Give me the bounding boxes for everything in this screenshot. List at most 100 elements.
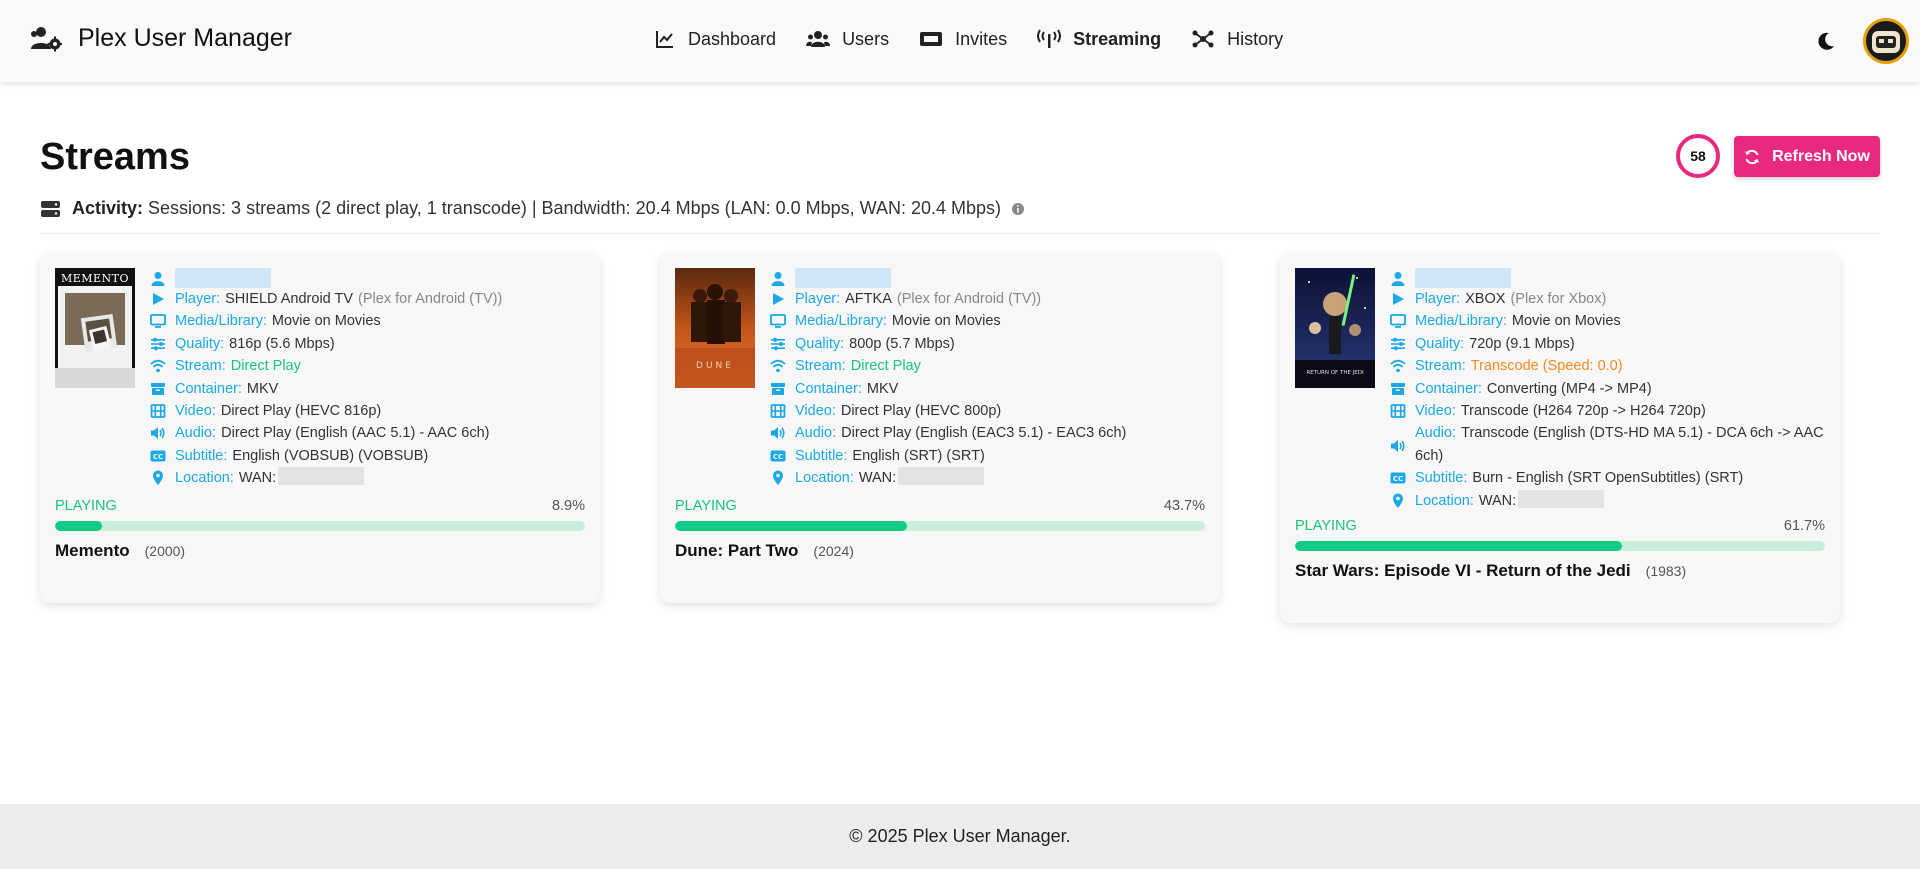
- nav-streaming[interactable]: Streaming: [1037, 28, 1161, 50]
- video-value: Transcode (H264 720p -> H264 720p): [1460, 403, 1706, 420]
- stream-details: Player: XBOX (Plex for Xbox) Media/Library:…: [1390, 268, 1825, 512]
- location-value: WAN:: [1478, 492, 1517, 509]
- chart-line-icon: [656, 31, 673, 48]
- volume-icon: [1391, 440, 1405, 453]
- refresh-countdown: 58: [1690, 148, 1706, 164]
- progress-percent: 61.7%: [1783, 518, 1825, 534]
- media-title-text: Dune: Part Two: [675, 541, 799, 560]
- media-year: (1983): [1645, 563, 1687, 579]
- progress-bar-fill: [55, 521, 103, 531]
- users-cog-icon: [31, 26, 62, 51]
- nav-history-label: History: [1227, 28, 1284, 49]
- stream-label: Stream:: [795, 358, 846, 375]
- quality-value: 800p (5.7 Mbps): [849, 335, 955, 352]
- subtitle-value: English (VOBSUB) (VOBSUB): [232, 447, 429, 464]
- nav-history[interactable]: History: [1191, 28, 1283, 50]
- info-icon[interactable]: [1011, 202, 1025, 216]
- sliders-icon: [151, 337, 165, 351]
- media-title-text: Memento: [55, 541, 130, 560]
- video-label: Video:: [795, 403, 836, 420]
- stream-card[interactable]: MEMENTO Player: SHIELD Android TV (Plex fo…: [40, 253, 600, 603]
- film-icon: [1390, 404, 1406, 418]
- ip-redacted: [1518, 489, 1605, 508]
- playback-status: PLAYING 43.7%: [675, 498, 1205, 514]
- brand[interactable]: Plex User Manager: [30, 24, 292, 53]
- audio-value: Direct Play (English (AAC 5.1) - AAC 6ch…: [221, 425, 490, 442]
- audio-label: Audio:: [175, 425, 217, 442]
- media-title[interactable]: Dune: Part Two (2024): [675, 541, 1205, 561]
- media-row: Media/Library: Movie on Movies: [1390, 310, 1825, 332]
- video-value: Direct Play (HEVC 800p): [840, 403, 1002, 420]
- audio-row: Audio: Direct Play (English (AAC 5.1) - A…: [150, 422, 585, 444]
- stream-row: Stream: Transcode (Speed: 0.0): [1390, 355, 1825, 377]
- media-value: Movie on Movies: [891, 313, 1001, 330]
- location-label: Location:: [175, 470, 234, 487]
- subtitle-row: CC Subtitle: English (VOBSUB) (VOBSUB): [150, 445, 585, 467]
- ticket-icon: [920, 32, 943, 46]
- user-icon: [771, 272, 785, 286]
- nav-invites[interactable]: Invites: [919, 28, 1007, 50]
- monitor-icon: [770, 314, 786, 329]
- player-label: Player:: [1415, 291, 1461, 307]
- quality-label: Quality:: [795, 335, 845, 352]
- volume-icon: [151, 427, 165, 440]
- video-value: Direct Play (HEVC 816p): [220, 403, 382, 420]
- refresh-now-label: Refresh Now: [1772, 147, 1870, 165]
- sync-icon: [1745, 149, 1760, 164]
- playback-status: PLAYING 8.9%: [55, 498, 585, 514]
- moon-icon[interactable]: [1815, 30, 1837, 52]
- username-redacted: [1415, 268, 1511, 288]
- closed-captions-icon: CC: [770, 450, 786, 462]
- nav-dashboard[interactable]: Dashboard: [654, 28, 776, 50]
- monitor-icon: [150, 314, 166, 329]
- ip-redacted: [278, 467, 365, 486]
- user-icon: [151, 272, 165, 286]
- player-label: Player:: [795, 291, 841, 307]
- media-title[interactable]: Star Wars: Episode VI - Return of the Je…: [1295, 561, 1825, 581]
- progress-bar-fill: [1295, 541, 1622, 551]
- poster[interactable]: RETURN OF THE JEDI: [1295, 268, 1375, 388]
- quality-row: Quality: 816p (5.6 Mbps): [150, 333, 585, 355]
- container-value: Converting (MP4 -> MP4): [1486, 380, 1652, 397]
- user-row: [770, 268, 1205, 288]
- app-title: Plex User Manager: [78, 24, 292, 52]
- divider: [40, 233, 1880, 234]
- archive-icon: [151, 382, 165, 395]
- svg-text:CC: CC: [153, 453, 163, 461]
- media-title[interactable]: Memento (2000): [55, 541, 585, 561]
- activity-summary: Activity: Sessions: 3 streams (2 direct …: [41, 198, 1025, 219]
- robot-avatar-icon: [1872, 31, 1900, 53]
- film-icon: [150, 404, 166, 418]
- location-row: Location: WAN:: [150, 467, 585, 489]
- media-label: Media/Library:: [175, 313, 267, 330]
- nav-users[interactable]: Users: [806, 28, 889, 50]
- media-year: (2000): [144, 543, 186, 559]
- player-value: AFTKA: [845, 291, 892, 307]
- poster[interactable]: MEMENTO: [55, 268, 135, 388]
- subtitle-row: CC Subtitle: Burn - English (SRT OpenSubti…: [1390, 467, 1825, 489]
- stream-card[interactable]: RETURN OF THE JEDI Player: XBOX (Plex for …: [1280, 253, 1840, 623]
- quality-label: Quality:: [1415, 335, 1465, 352]
- media-label: Media/Library:: [1415, 313, 1507, 330]
- quality-value: 816p (5.6 Mbps): [229, 335, 335, 352]
- poster-text: RETURN OF THE JEDI: [1306, 370, 1364, 376]
- wifi-icon: [770, 360, 786, 373]
- stream-label: Stream:: [1415, 358, 1466, 375]
- user-row: [1390, 268, 1825, 288]
- location-row: Location: WAN:: [1390, 489, 1825, 512]
- svg-text:CC: CC: [1393, 475, 1403, 483]
- nav-streaming-label: Streaming: [1073, 28, 1162, 49]
- users-icon: [806, 31, 831, 47]
- avatar[interactable]: [1863, 18, 1909, 64]
- poster[interactable]: DUNE: [675, 268, 755, 388]
- audio-row: Audio: Transcode (English (DTS-HD MA 5.1)…: [1390, 422, 1825, 467]
- nav-invites-label: Invites: [955, 28, 1008, 49]
- stream-card[interactable]: DUNE Player: AFTKA (Plex for Android (TV))…: [660, 253, 1220, 603]
- media-title-text: Star Wars: Episode VI - Return of the Je…: [1295, 561, 1631, 580]
- player-label: Player:: [175, 291, 221, 307]
- refresh-now-button[interactable]: Refresh Now: [1734, 136, 1880, 177]
- container-value: MKV: [246, 380, 279, 397]
- activity-text: Sessions: 3 streams (2 direct play, 1 tr…: [148, 198, 1002, 218]
- container-label: Container:: [795, 380, 862, 397]
- player-row: Player: XBOX (Plex for Xbox): [1390, 288, 1825, 310]
